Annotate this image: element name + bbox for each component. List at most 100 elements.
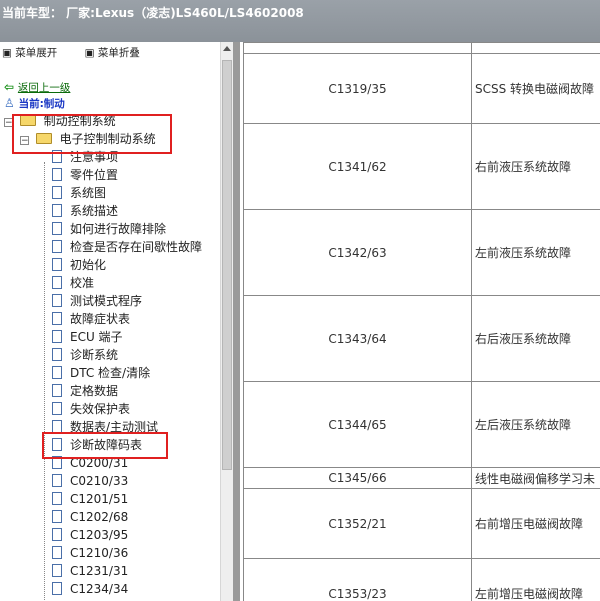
document-icon xyxy=(52,366,62,379)
back-link[interactable]: 返回上一级 xyxy=(18,82,71,94)
collapse-toggle-icon[interactable]: − xyxy=(4,118,13,128)
dtc-code-cell: C1353/23 xyxy=(243,558,472,601)
tree-item[interactable]: 如何进行故障排除 xyxy=(52,221,166,238)
dtc-desc-cell: 左后液压系统故障 xyxy=(471,381,600,468)
tree-item[interactable]: 诊断系统 xyxy=(52,347,118,364)
tree-item[interactable]: 校准 xyxy=(52,275,94,292)
dtc-desc-cell: 线性电磁阀偏移学习未 xyxy=(471,467,600,489)
tree-item[interactable]: 注意事项 xyxy=(52,149,118,166)
tree-item[interactable]: 零件位置 xyxy=(52,167,118,184)
document-icon xyxy=(52,420,62,433)
scroll-up-icon[interactable] xyxy=(223,46,231,51)
dtc-desc-cell: 左前增压电磁阀故障 xyxy=(471,558,600,601)
tree-item[interactable]: 初始化 xyxy=(52,257,106,274)
collapse-menu-button[interactable]: ▣ 菜单折叠 xyxy=(85,47,152,59)
document-icon xyxy=(52,168,62,181)
collapse-toggle-icon[interactable]: − xyxy=(20,136,29,146)
tree-item-dtc-table[interactable]: 诊断故障码表 xyxy=(52,437,142,454)
document-icon xyxy=(52,492,62,505)
table-row: C1341/62 右前液压系统故障 xyxy=(243,123,600,210)
table-row: C1352/21 右前增压电磁阀故障 xyxy=(243,488,600,559)
left-nav-pane: ▣ 菜单展开 ▣ 菜单折叠 ⇦ 返回上一级 ♙ 当前:制动 − 制动控制系统 −… xyxy=(0,42,233,601)
user-icon: ♙ xyxy=(4,96,15,110)
tree-item[interactable]: C1231/31 xyxy=(52,563,128,580)
dtc-desc-cell xyxy=(471,42,600,54)
dtc-code-cell: C1341/62 xyxy=(243,123,472,210)
tree-item[interactable]: 数据表/主动测试 xyxy=(52,419,158,436)
document-icon xyxy=(52,294,62,307)
current-row: ♙ 当前:制动 xyxy=(4,95,65,112)
dtc-code-cell: C1319/35 xyxy=(243,53,472,124)
current-section-label: 当前:制动 xyxy=(18,98,65,110)
vehicle-title: 当前车型： 厂家:Lexus（凌志)LS460L/LS4602008 xyxy=(2,6,304,20)
document-icon xyxy=(52,186,62,199)
brake-system-label: 制动控制系统 xyxy=(43,114,116,128)
document-icon xyxy=(52,528,62,541)
dtc-code-cell: C1345/66 xyxy=(243,467,472,489)
dtc-desc-cell: SCSS 转换电磁阀故障 xyxy=(471,53,600,124)
back-arrow-icon: ⇦ xyxy=(4,80,15,94)
document-icon xyxy=(52,330,62,343)
dtc-table: C1319/35 SCSS 转换电磁阀故障 C1341/62 右前液压系统故障 … xyxy=(243,42,600,601)
document-icon xyxy=(52,474,62,487)
document-icon xyxy=(52,546,62,559)
document-icon xyxy=(52,276,62,289)
scroll-thumb[interactable] xyxy=(222,60,232,470)
dtc-code-cell: C1343/64 xyxy=(243,295,472,382)
dtc-code-cell xyxy=(243,42,472,54)
tree-node-brake-system[interactable]: − 制动控制系统 xyxy=(4,113,116,130)
document-icon xyxy=(52,150,62,163)
tree-item[interactable]: C1210/36 xyxy=(52,545,128,562)
electronic-brake-label: 电子控制制动系统 xyxy=(59,132,156,146)
document-icon xyxy=(52,222,62,235)
tree-item[interactable]: 定格数据 xyxy=(52,383,118,400)
table-row xyxy=(243,42,600,54)
tree-item[interactable]: 系统描述 xyxy=(52,203,118,220)
dtc-desc-cell: 左前液压系统故障 xyxy=(471,209,600,296)
document-icon xyxy=(52,564,62,577)
expand-menu-button[interactable]: ▣ 菜单展开 xyxy=(2,47,69,59)
tree-item[interactable]: C1201/51 xyxy=(52,491,128,508)
folder-open-icon xyxy=(19,115,36,126)
pane-splitter[interactable] xyxy=(233,42,240,601)
table-row: C1345/66 线性电磁阀偏移学习未 xyxy=(243,467,600,489)
back-row[interactable]: ⇦ 返回上一级 xyxy=(4,79,70,96)
tree-item[interactable]: 检查是否存在间歇性故障 xyxy=(52,239,202,256)
tree-item[interactable]: 测试模式程序 xyxy=(52,293,142,310)
tree-item[interactable]: 失效保护表 xyxy=(52,401,130,418)
vehicle-header: 当前车型： 厂家:Lexus（凌志)LS460L/LS4602008 xyxy=(0,0,600,42)
document-icon xyxy=(52,384,62,397)
dtc-desc-cell: 右前液压系统故障 xyxy=(471,123,600,210)
tree-node-electronic-brake[interactable]: − 电子控制制动系统 xyxy=(20,131,156,148)
tree-item[interactable]: C0200/31 xyxy=(52,455,128,472)
tree-item[interactable]: C1203/95 xyxy=(52,527,128,544)
tree-guide-line xyxy=(44,162,45,601)
table-row: C1319/35 SCSS 转换电磁阀故障 xyxy=(243,53,600,124)
tree-item[interactable]: C1202/68 xyxy=(52,509,128,526)
document-icon xyxy=(52,582,62,595)
document-icon xyxy=(52,402,62,415)
document-icon xyxy=(52,456,62,469)
menu-bar: ▣ 菜单展开 ▣ 菜单折叠 xyxy=(0,42,233,64)
tree-item[interactable]: 故障症状表 xyxy=(52,311,130,328)
tree-item[interactable]: C0210/33 xyxy=(52,473,128,490)
dtc-content-pane: C1319/35 SCSS 转换电磁阀故障 C1341/62 右前液压系统故障 … xyxy=(240,42,600,601)
document-icon xyxy=(52,258,62,271)
table-row: C1342/63 左前液压系统故障 xyxy=(243,209,600,296)
document-icon xyxy=(52,510,62,523)
document-icon xyxy=(52,240,62,253)
tree-item[interactable]: DTC 检查/清除 xyxy=(52,365,150,382)
folder-open-icon xyxy=(35,133,52,144)
tree-item[interactable]: C1234/34 xyxy=(52,581,128,598)
tree-item[interactable]: 系统图 xyxy=(52,185,106,202)
tree-item[interactable]: ECU 端子 xyxy=(52,329,123,346)
table-row: C1343/64 右后液压系统故障 xyxy=(243,295,600,382)
document-icon xyxy=(52,438,62,451)
dtc-code-cell: C1352/21 xyxy=(243,488,472,559)
left-scrollbar[interactable] xyxy=(220,42,233,601)
document-icon xyxy=(52,348,62,361)
dtc-desc-cell: 右后液压系统故障 xyxy=(471,295,600,382)
dtc-desc-cell: 右前增压电磁阀故障 xyxy=(471,488,600,559)
document-icon xyxy=(52,312,62,325)
document-icon xyxy=(52,204,62,217)
